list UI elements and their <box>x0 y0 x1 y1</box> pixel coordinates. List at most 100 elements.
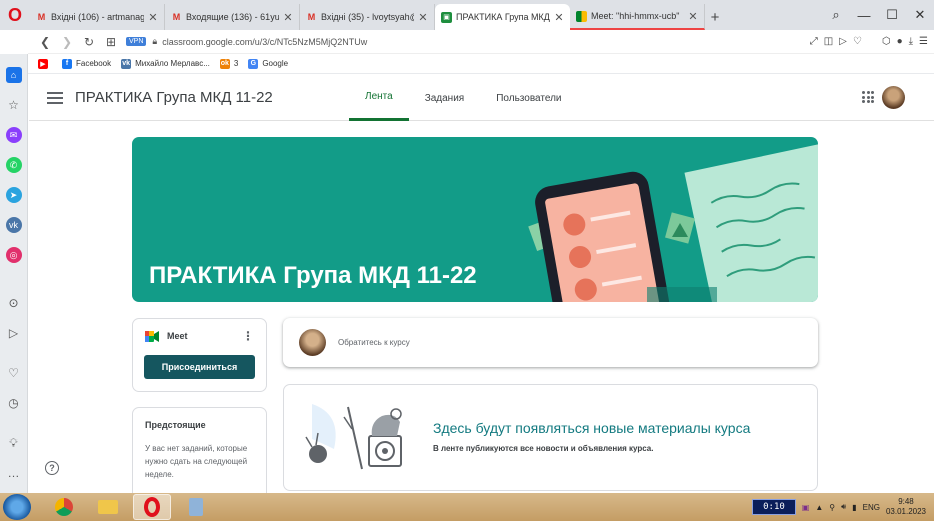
windows-taskbar: 0:10 ▣ ▲ ⚲ 🔊︎ ▮ ENG 9:48 03.01.2023 <box>0 493 934 521</box>
browser-tab[interactable]: Meet: "hhi-hmmx-ucb" ✕ <box>570 4 705 30</box>
empty-stream-subtitle: В ленте публикуются все новости и объявл… <box>433 444 654 453</box>
classroom-page: ПРАКТИКА Група МКД 11-22 Лента Задания П… <box>29 75 934 493</box>
close-icon[interactable]: ✕ <box>283 11 293 24</box>
taskbar-chrome[interactable] <box>45 494 83 520</box>
close-window-icon[interactable]: ✕ <box>906 7 934 23</box>
tray-app-icon[interactable]: ▣ <box>802 503 810 512</box>
facebook-icon: f <box>62 58 72 69</box>
reload-icon[interactable]: ↻ <box>78 35 100 49</box>
send-icon[interactable]: ▷ <box>6 325 22 341</box>
language-indicator[interactable]: ENG <box>863 503 880 512</box>
tab-grid-icon[interactable]: ⊞ <box>100 35 122 49</box>
taskbar-calculator[interactable] <box>177 494 215 520</box>
lightbulb-icon[interactable]: 💡︎ <box>6 435 22 451</box>
bookmark-youtube[interactable]: ▶ <box>38 58 52 69</box>
more-vert-icon[interactable]: ⋮ <box>242 329 254 343</box>
new-tab-button[interactable]: + <box>705 4 725 30</box>
snapshot-icon[interactable]: ⤢ <box>810 36 818 47</box>
meet-card: Meet ⋮ Присоединиться <box>132 318 267 392</box>
vk-icon[interactable]: vk <box>5 217 22 233</box>
profile-icon[interactable]: ● <box>897 36 903 47</box>
chrome-icon <box>55 498 73 516</box>
vpn-badge[interactable]: VPN <box>126 37 147 46</box>
network-icon[interactable]: ▮ <box>852 503 856 512</box>
settings-icon[interactable]: ☰ <box>919 36 928 47</box>
heart-icon[interactable]: ♡ <box>6 365 22 381</box>
close-icon[interactable]: ✕ <box>688 10 698 23</box>
upcoming-card: Предстоящие У вас нет заданий, которые н… <box>132 407 267 493</box>
upcoming-title: Предстоящие <box>145 420 206 430</box>
usb-icon[interactable]: ⚲ <box>829 503 835 512</box>
player-icon[interactable]: ⊙ <box>6 295 22 311</box>
gmail-icon: M <box>172 12 181 22</box>
bookmark-facebook[interactable]: f Facebook <box>62 58 111 69</box>
browser-tab[interactable]: M Входящие (136) - 61yubs ✕ <box>165 4 300 30</box>
join-meet-button[interactable]: Присоединиться <box>144 355 255 379</box>
whatsapp-icon[interactable]: ✆ <box>5 157 22 173</box>
course-title[interactable]: ПРАКТИКА Група МКД 11-22 <box>75 89 273 106</box>
telegram-icon[interactable]: ➤ <box>5 187 22 203</box>
help-icon[interactable]: ? <box>45 461 59 475</box>
tab-title: Meet: "hhi-hmmx-ucb" <box>591 11 680 21</box>
bookmark-label: Google <box>262 59 289 68</box>
minimize-icon[interactable]: — <box>850 8 878 23</box>
calculator-icon <box>189 498 203 516</box>
tray-up-icon[interactable]: ▲ <box>815 503 823 512</box>
bookmark-vk[interactable]: vk Михайло Мерлавс... <box>121 58 210 69</box>
avatar <box>299 329 326 356</box>
tab-stream[interactable]: Лента <box>349 75 409 121</box>
bookmark-google[interactable]: G Google <box>248 58 289 69</box>
download-icon[interactable]: ⤓ <box>909 36 913 47</box>
announcement-input[interactable]: Обратитесь к курсу <box>283 318 818 367</box>
close-icon[interactable]: ✕ <box>418 11 428 24</box>
address-bar: ❮ ❯ ↻ ⊞ VPN 🔒︎ classroom.google.com/u/3/… <box>28 30 934 54</box>
google-icon: G <box>248 58 259 69</box>
instagram-icon[interactable]: ◎ <box>5 247 22 263</box>
taskbar-explorer[interactable] <box>89 494 127 520</box>
url-input[interactable]: classroom.google.com/u/3/c/NTc5NzM5MjQ2N… <box>162 37 367 47</box>
send-icon[interactable]: ▷ <box>839 36 847 47</box>
home-icon[interactable]: ⌂ <box>5 67 22 83</box>
meet-icon <box>576 10 587 22</box>
messenger-icon[interactable]: ✉ <box>5 127 22 143</box>
bookmark-ok[interactable]: ok 3 <box>219 58 238 69</box>
back-icon[interactable]: ❮ <box>34 35 56 49</box>
recording-timer[interactable]: 0:10 <box>752 499 796 515</box>
taskbar-opera[interactable] <box>133 494 171 520</box>
tab-title: Входящие (136) - 61yubs <box>186 12 279 22</box>
speed-dial-icon[interactable]: ☆ <box>6 97 22 113</box>
course-banner: ПРАКТИКА Група МКД 11-22 <box>132 137 818 302</box>
browser-tab-bar: O M Вхідні (106) - artmanager@ ✕ M Входя… <box>0 0 934 30</box>
forward-icon[interactable]: ❯ <box>56 35 78 49</box>
history-icon[interactable]: ◷ <box>6 395 22 411</box>
classroom-icon: ▣ <box>441 11 452 23</box>
clock[interactable]: 9:48 03.01.2023 <box>886 497 926 517</box>
ok-icon: ok <box>219 58 230 69</box>
browser-tab[interactable]: M Вхідні (35) - lvoytsyah@do ✕ <box>300 4 435 30</box>
volume-icon[interactable]: 🔊︎ <box>841 502 846 512</box>
camera-icon[interactable]: ◫ <box>824 36 833 47</box>
meet-icon <box>145 330 159 342</box>
lock-icon[interactable]: 🔒︎ <box>152 36 157 47</box>
empty-stream-illustration <box>305 404 402 470</box>
search-tabs-icon[interactable]: ⌕ <box>822 7 850 23</box>
google-apps-icon[interactable] <box>862 91 874 103</box>
opera-icon <box>144 497 160 517</box>
account-avatar[interactable] <box>882 86 905 109</box>
empty-stream-title: Здесь будут появляться новые материалы к… <box>433 420 751 436</box>
menu-icon[interactable] <box>47 91 63 104</box>
opera-sidebar: ⌂ ☆ ✉ ✆ ➤ vk ◎ ⊙ ▷ ♡ ◷ 💡︎ … <box>0 54 28 493</box>
close-icon[interactable]: ✕ <box>148 11 158 24</box>
tab-classwork[interactable]: Задания <box>409 75 481 121</box>
browser-tab-active[interactable]: ▣ ПРАКТИКА Група МКД 11- ✕ <box>435 4 570 30</box>
extensions-icon[interactable]: ⬡ <box>882 36 891 47</box>
close-icon[interactable]: ✕ <box>554 11 564 24</box>
youtube-icon: ▶ <box>38 58 48 69</box>
heart-icon[interactable]: ♡ <box>853 36 862 47</box>
tab-people[interactable]: Пользователи <box>480 75 577 121</box>
maximize-icon[interactable]: ☐ <box>878 7 906 23</box>
start-button[interactable] <box>3 494 31 520</box>
browser-tab[interactable]: M Вхідні (106) - artmanager@ ✕ <box>30 4 165 30</box>
more-icon[interactable]: … <box>6 465 22 481</box>
opera-logo-icon[interactable]: O <box>0 0 30 30</box>
